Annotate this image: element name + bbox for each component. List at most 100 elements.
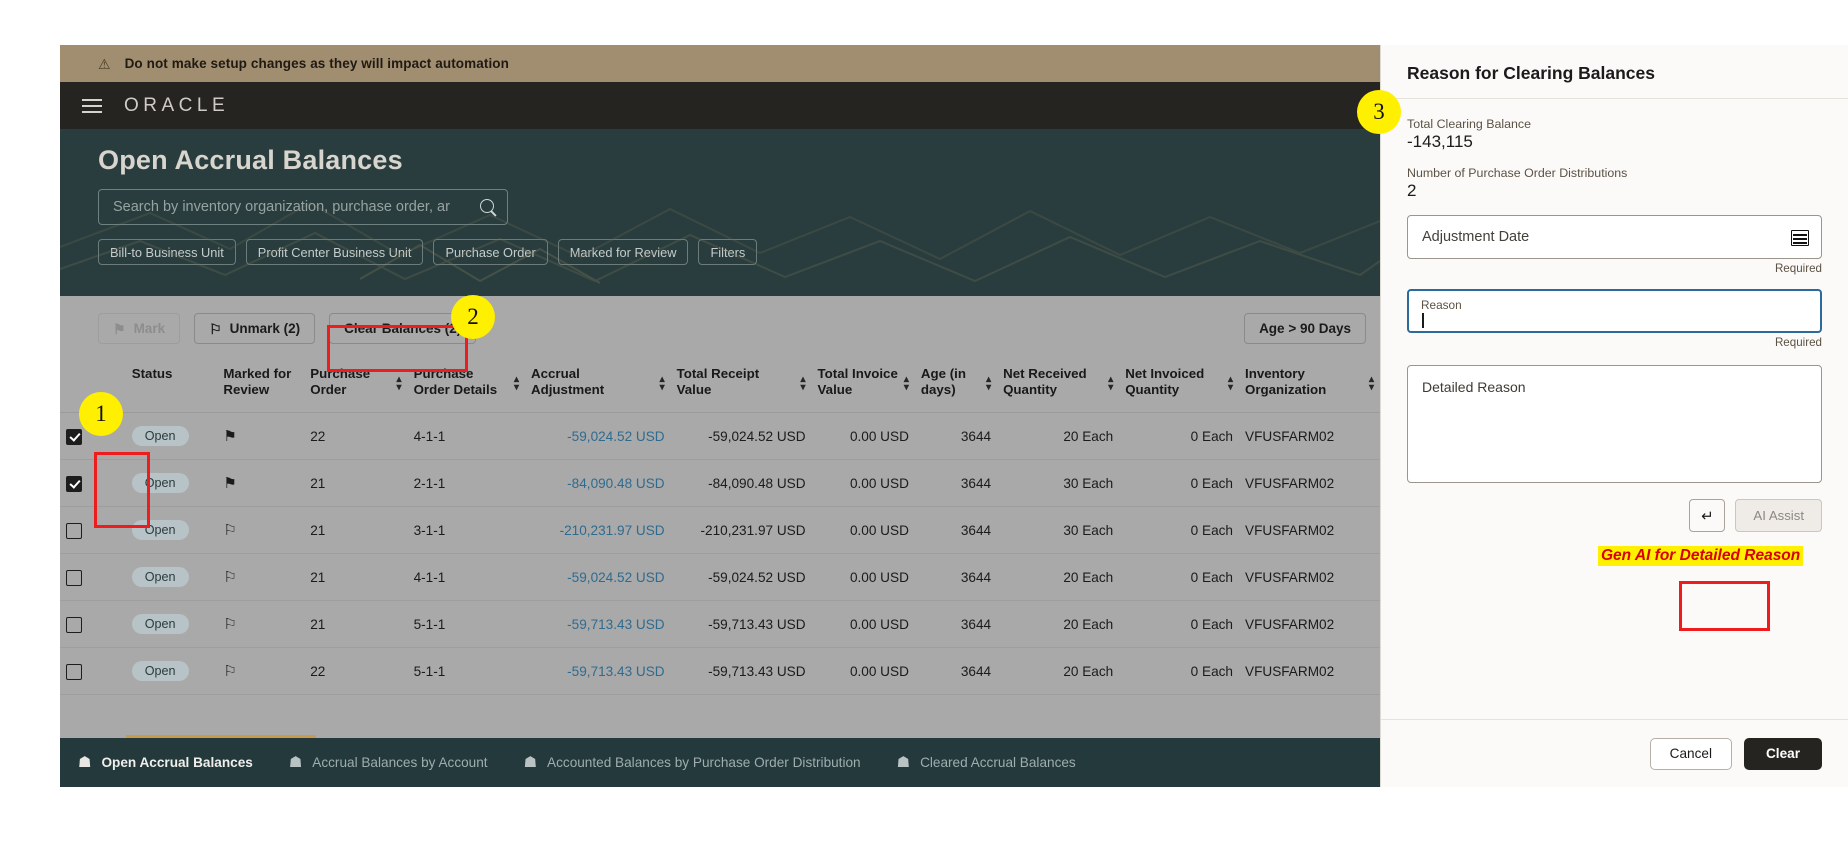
row-accrual-adjustment-cell: -59,713.43 USD [525,647,671,696]
total-clearing-balance-label: Total Clearing Balance [1407,117,1531,131]
row-inventory-organization-cell: VFUSFARM02 [1239,600,1380,649]
house-icon: ☗ [523,754,538,771]
sort-toggle-icon[interactable]: ▴ ▾ [1369,375,1374,393]
table-row[interactable]: Open ⚑ 22 4-1-1 -59,024.52 USD -59,024.52 USD… [60,412,1380,461]
accrual-adjustment-link[interactable]: -59,024.52 USD [567,570,664,585]
reason-field[interactable]: Reason [1407,289,1822,333]
accrual-adjustment-link[interactable]: -59,713.43 USD [567,617,664,632]
flag-outline-icon[interactable]: ⚐ [223,663,236,680]
column-header-marked-for-review: Marked for Review [217,360,305,414]
row-purchase-order-cell: 22 [304,647,408,696]
row-inventory-organization-cell: VFUSFARM02 [1239,647,1380,696]
column-header-net-invoiced-quantity-label: Net Invoiced Quantity [1125,366,1205,398]
flag-outline-icon[interactable]: ⚐ [223,616,236,633]
row-net-invoiced-quantity-cell: 0 Each [1119,647,1239,696]
sort-toggle-icon[interactable]: ▴ ▾ [1228,375,1233,393]
search-icon[interactable] [480,198,497,216]
table-row[interactable]: Open ⚐ 21 3-1-1 -210,231.97 USD -210,231.97 U… [60,506,1380,555]
footer-navigation: ☗ Open Accrual Balances ☗ Accrual Balanc… [60,738,1380,787]
sort-toggle-icon[interactable]: ▴ ▾ [801,375,806,393]
column-header-marked-for-review-label: Marked for Review [223,366,292,398]
hamburger-menu-icon[interactable] [82,98,102,113]
cancel-button[interactable]: Cancel [1649,737,1732,770]
table-row[interactable]: Open ⚑ 21 2-1-1 -84,090.48 USD -84,090.48 USD… [60,459,1380,508]
footer-nav-label: Accrual Balances by Account [312,755,488,770]
global-header: ORACLE [60,82,1380,129]
mark-button[interactable]: ⚑ Mark [98,313,181,344]
accrual-adjustment-link[interactable]: -59,713.43 USD [567,664,664,679]
table-row[interactable]: Open ⚐ 21 5-1-1 -59,713.43 USD -59,713.43 USD… [60,600,1380,649]
grid-toolbar: ⚑ Mark ⚐ Unmark (2) Clear Balances (2) A… [60,296,1380,344]
column-header-total-receipt-value[interactable]: Total Receipt Value ▴ ▾ [670,360,812,414]
sort-toggle-icon[interactable]: ▴ ▾ [1108,375,1113,393]
row-status-cell: Open [125,647,218,696]
row-purchase-order-details-cell: 4-1-1 [407,553,526,602]
banner-text: Do not make setup changes as they will i… [124,56,509,71]
table-row[interactable]: Open ⚐ 22 5-1-1 -59,713.43 USD -59,713.43 USD… [60,647,1380,696]
column-header-age[interactable]: Age (in days) ▴ ▾ [914,360,998,414]
footer-nav-cleared-accrual-balances[interactable]: ☗ Cleared Accrual Balances [897,755,1076,770]
ai-assist-button[interactable]: AI Assist [1735,499,1822,532]
search-box[interactable] [98,189,508,225]
flag-filled-icon[interactable]: ⚑ [223,428,236,445]
detailed-reason-textarea[interactable]: Detailed Reason [1407,365,1822,483]
row-select-cell [60,647,126,696]
enter-submit-button[interactable]: ↵ [1689,499,1726,532]
side-panel-header: Reason for Clearing Balances [1381,45,1848,99]
row-marked-for-review-cell: ⚐ [217,553,305,602]
sort-toggle-icon[interactable]: ▴ ▾ [660,375,665,393]
house-icon: ☗ [78,754,92,771]
row-total-invoice-value-cell: 0.00 USD [811,459,915,508]
footer-nav-accounted-balances-by-purchase-order-distribution[interactable]: ☗ Accounted Balances by Purchase Order D… [524,755,861,770]
po-distributions-value: 2 [1407,181,1417,200]
clear-button[interactable]: Clear [1743,737,1822,770]
row-select-cell [60,600,126,649]
footer-nav-open-accrual-balances[interactable]: ☗ Open Accrual Balances [78,755,253,770]
column-header-inventory-organization[interactable]: Inventory Organization ▴ ▾ [1239,360,1380,414]
flag-filled-icon[interactable]: ⚑ [223,475,236,492]
row-accrual-adjustment-cell: -210,231.97 USD [525,506,671,555]
row-net-invoiced-quantity-cell: 0 Each [1119,412,1239,461]
row-select-checkbox[interactable] [66,428,82,445]
row-select-checkbox[interactable] [66,663,82,680]
accrual-adjustment-link[interactable]: -59,024.52 USD [567,429,664,444]
flag-outline-icon[interactable]: ⚐ [223,522,236,539]
row-total-invoice-value-cell: 0.00 USD [811,647,915,696]
flag-outline-icon[interactable]: ⚐ [223,569,236,586]
table-row[interactable]: Open ⚐ 21 4-1-1 -59,024.52 USD -59,024.52 USD… [60,553,1380,602]
row-marked-for-review-cell: ⚐ [217,600,305,649]
search-input[interactable] [113,199,480,215]
unmark-button[interactable]: ⚐ Unmark (2) [194,313,316,344]
side-panel-body: Total Clearing Balance -143,115 Number o… [1381,99,1848,532]
sort-toggle-icon[interactable]: ▴ ▾ [514,375,519,393]
row-select-checkbox[interactable] [66,475,82,492]
row-net-received-quantity-cell: 20 Each [997,647,1120,696]
row-purchase-order-cell: 21 [304,553,408,602]
grid-area: ⚑ Mark ⚐ Unmark (2) Clear Balances (2) A… [60,296,1380,696]
sort-toggle-icon[interactable]: ▴ ▾ [904,375,909,393]
sort-toggle-icon[interactable]: ▴ ▾ [397,375,402,393]
footer-nav-accrual-balances-by-account[interactable]: ☗ Accrual Balances by Account [289,755,488,770]
detailed-reason-placeholder: Detailed Reason [1422,379,1526,395]
column-header-accrual-adjustment[interactable]: Accrual Adjustment ▴ ▾ [525,360,671,414]
accrual-adjustment-link[interactable]: -84,090.48 USD [567,476,664,491]
row-select-checkbox[interactable] [66,616,82,633]
row-purchase-order-details-cell: 4-1-1 [407,412,526,461]
reason-for-clearing-balances-panel: Reason for Clearing Balances Total Clear… [1380,45,1848,787]
row-select-checkbox[interactable] [66,569,82,586]
sort-toggle-icon[interactable]: ▴ ▾ [986,375,991,393]
column-header-net-received-quantity[interactable]: Net Received Quantity ▴ ▾ [997,360,1120,414]
row-inventory-organization-cell: VFUSFARM02 [1239,459,1380,508]
total-clearing-balance-value: -143,115 [1407,132,1473,151]
reason-required-text: Required [1774,336,1822,349]
accrual-adjustment-link[interactable]: -210,231.97 USD [560,523,665,538]
column-header-total-invoice-value[interactable]: Total Invoice Value ▴ ▾ [811,360,915,414]
adjustment-date-field[interactable]: Adjustment Date [1407,215,1822,259]
row-select-checkbox[interactable] [66,522,82,539]
age-filter-chip[interactable]: Age > 90 Days [1244,313,1366,344]
row-accrual-adjustment-cell: -59,024.52 USD [525,553,671,602]
row-purchase-order-cell: 21 [304,600,408,649]
column-header-net-invoiced-quantity[interactable]: Net Invoiced Quantity ▴ ▾ [1119,360,1239,414]
row-marked-for-review-cell: ⚑ [217,412,305,461]
calendar-icon[interactable] [1791,228,1809,246]
